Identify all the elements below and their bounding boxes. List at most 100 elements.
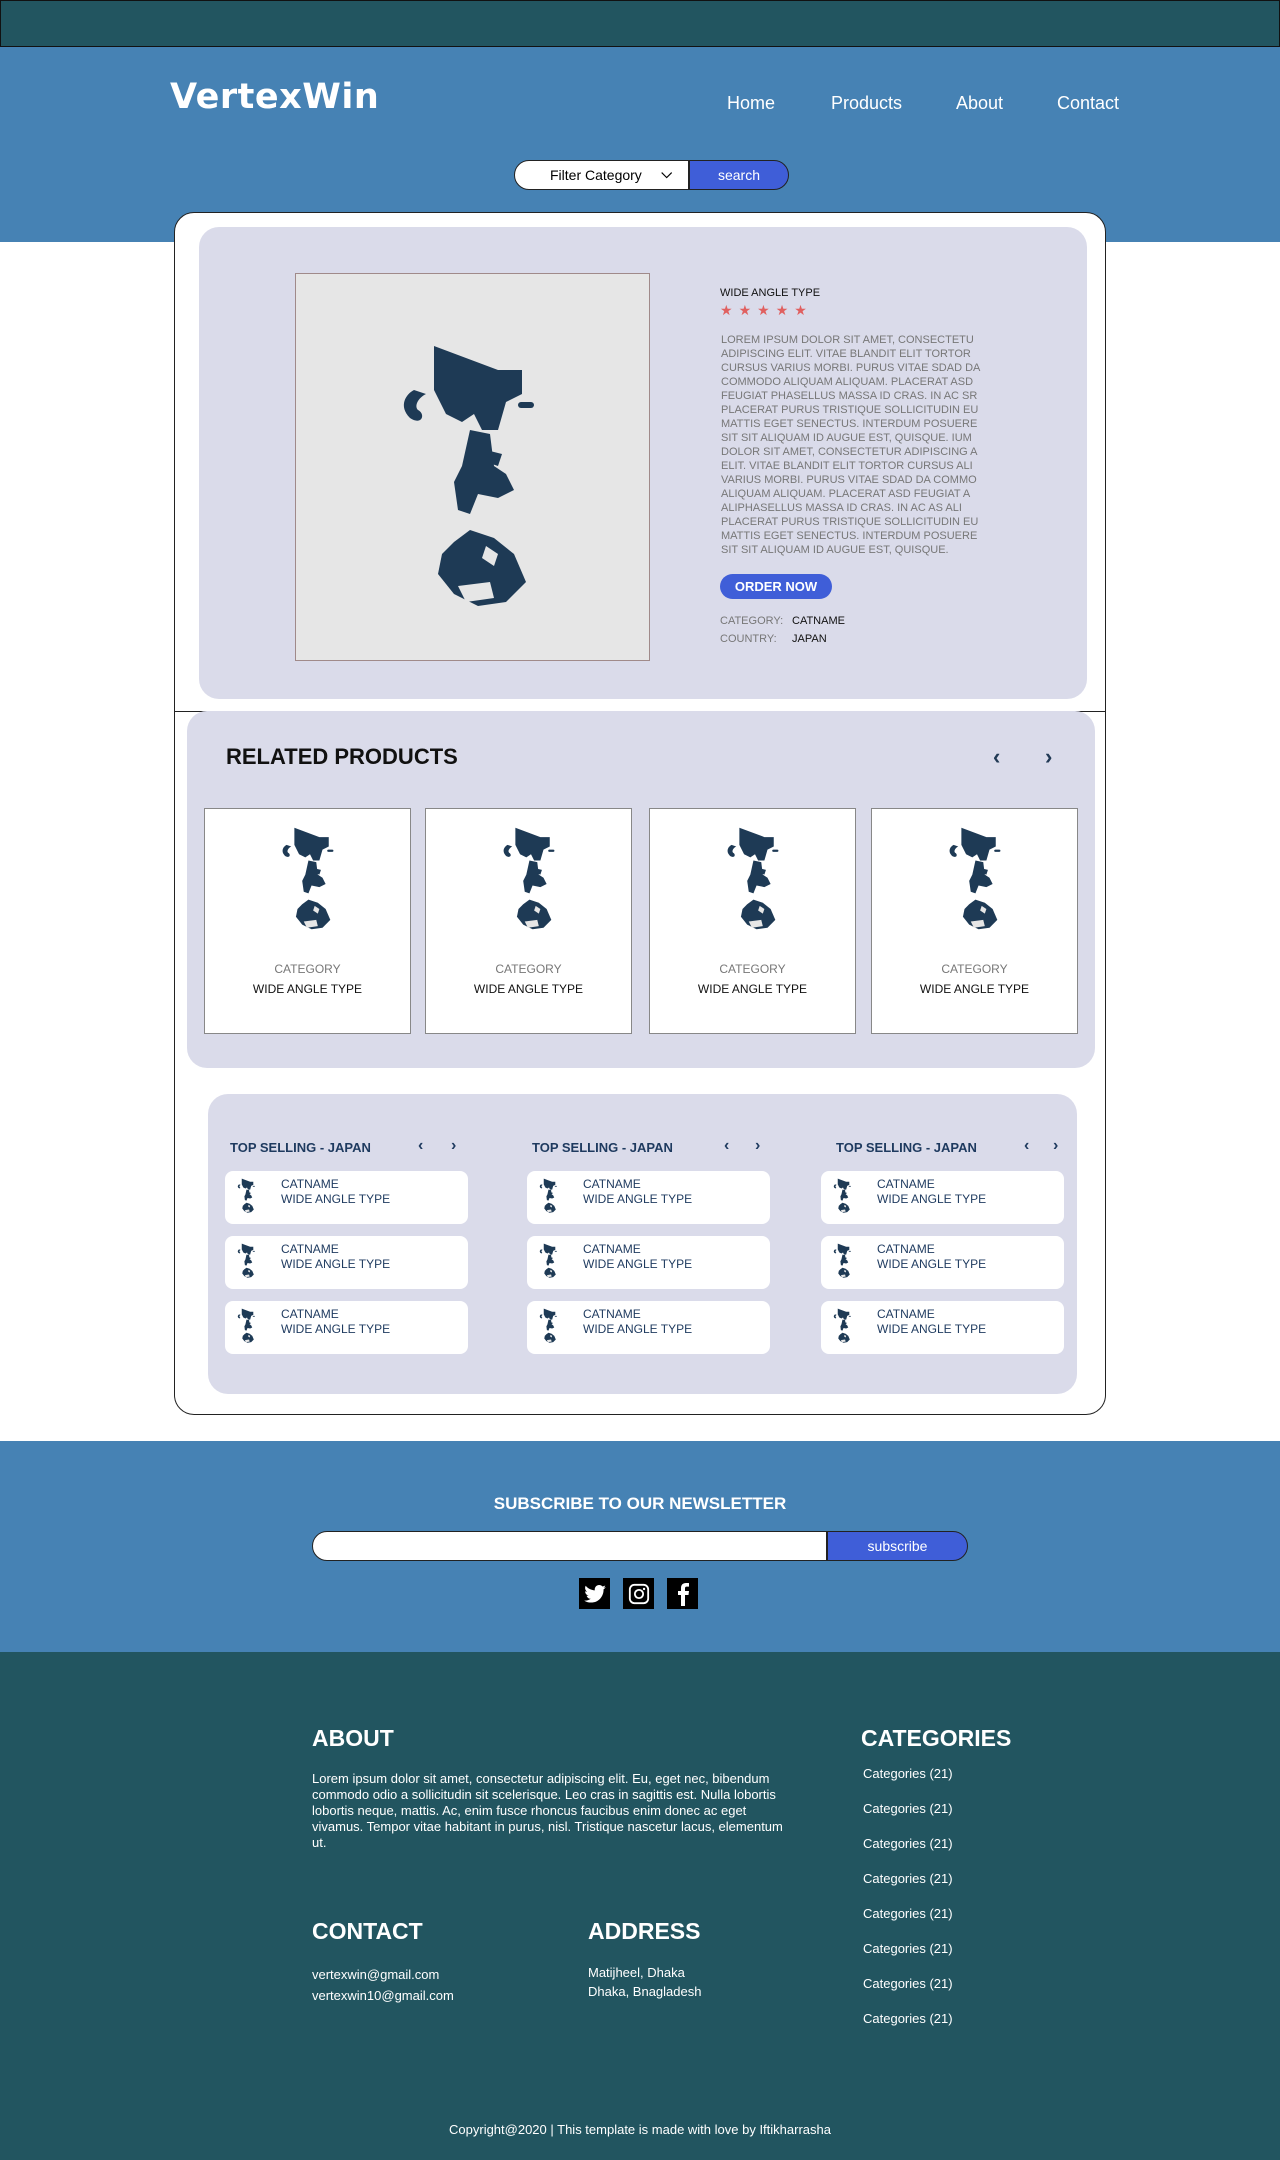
nav-about[interactable]: About xyxy=(956,93,1003,114)
related-product-name: WIDE ANGLE TYPE xyxy=(252,982,363,996)
related-product-category: CATEGORY xyxy=(495,962,562,976)
footer-category-link[interactable]: Categories (21) xyxy=(863,1836,953,1851)
top-selling-item[interactable]: CATNAME WIDE ANGLE TYPE xyxy=(527,1171,770,1224)
country-key: COUNTRY: xyxy=(720,633,777,645)
item-name: WIDE ANGLE TYPE xyxy=(583,1192,693,1206)
item-category: CATNAME xyxy=(583,1242,641,1256)
top-selling-item[interactable]: CATNAME WIDE ANGLE TYPE xyxy=(225,1236,468,1289)
chevron-right-icon[interactable]: › xyxy=(451,1137,456,1155)
facebook-icon[interactable] xyxy=(667,1578,698,1609)
star-icon: ★ xyxy=(720,302,733,318)
product-thumbnail xyxy=(270,823,350,948)
product-thumbnail xyxy=(829,1177,857,1219)
chevron-left-icon[interactable]: ‹ xyxy=(1024,1137,1029,1155)
footer-category-link[interactable]: Categories (21) xyxy=(863,1976,953,1991)
about-title: ABOUT xyxy=(312,1725,394,1751)
top-bar xyxy=(0,0,1280,47)
related-product-category: CATEGORY xyxy=(719,962,786,976)
product-thumbnail xyxy=(491,823,571,948)
address-line: Dhaka, Bnagladesh xyxy=(588,1984,702,1999)
chevron-right-icon[interactable]: › xyxy=(1045,744,1052,770)
product-title: WIDE ANGLE TYPE xyxy=(720,287,821,299)
country-value: JAPAN xyxy=(792,633,827,645)
star-icon: ★ xyxy=(738,302,752,318)
product-thumbnail xyxy=(535,1177,563,1219)
star-icon: ★ xyxy=(775,302,789,318)
product-country-row: COUNTRY: JAPAN xyxy=(720,633,827,645)
chevron-left-icon[interactable]: ‹ xyxy=(724,1137,729,1155)
product-thumbnail xyxy=(233,1242,261,1284)
footer xyxy=(0,1652,1280,2160)
related-product-card[interactable]: CATEGORY WIDE ANGLE TYPE xyxy=(871,808,1078,1034)
item-name: WIDE ANGLE TYPE xyxy=(281,1192,391,1206)
address-line: Matijheel, Dhaka xyxy=(588,1965,685,1980)
related-product-card[interactable]: CATEGORY WIDE ANGLE TYPE xyxy=(425,808,632,1034)
item-category: CATNAME xyxy=(583,1307,641,1321)
newsletter-email-input[interactable] xyxy=(312,1531,827,1561)
product-thumbnail xyxy=(535,1242,563,1284)
top-selling-item[interactable]: CATNAME WIDE ANGLE TYPE xyxy=(225,1171,468,1224)
footer-category-link[interactable]: Categories (21) xyxy=(863,2011,953,2026)
related-product-category: CATEGORY xyxy=(941,962,1008,976)
filter-category-label: Filter Category xyxy=(550,167,642,183)
product-thumbnail xyxy=(937,823,1017,948)
related-products-title: RELATED PRODUCTS xyxy=(226,744,458,769)
top-selling-item[interactable]: CATNAME WIDE ANGLE TYPE xyxy=(225,1301,468,1354)
related-product-name: WIDE ANGLE TYPE xyxy=(919,982,1030,996)
related-product-card[interactable]: CATEGORY WIDE ANGLE TYPE xyxy=(649,808,856,1034)
product-thumbnail xyxy=(233,1307,261,1349)
item-category: CATNAME xyxy=(877,1307,935,1321)
address-title: ADDRESS xyxy=(588,1918,701,1944)
chevron-right-icon[interactable]: › xyxy=(1053,1137,1058,1155)
item-name: WIDE ANGLE TYPE xyxy=(583,1322,693,1336)
related-product-name: WIDE ANGLE TYPE xyxy=(473,982,584,996)
chevron-right-icon[interactable]: › xyxy=(755,1137,760,1155)
item-category: CATNAME xyxy=(583,1177,641,1191)
item-name: WIDE ANGLE TYPE xyxy=(877,1322,987,1336)
subscribe-button[interactable]: subscribe xyxy=(827,1531,968,1561)
footer-category-link[interactable]: Categories (21) xyxy=(863,1906,953,1921)
star-icon: ★ xyxy=(794,302,807,318)
order-now-button[interactable]: ORDER NOW xyxy=(720,574,832,599)
item-category: CATNAME xyxy=(877,1177,935,1191)
top-selling-item[interactable]: CATNAME WIDE ANGLE TYPE xyxy=(527,1236,770,1289)
brand-logo[interactable]: VertexWin xyxy=(170,77,379,117)
category-key: CATEGORY: xyxy=(720,615,784,627)
nav-products[interactable]: Products xyxy=(831,93,902,114)
filter-category-select[interactable]: Filter Category ⌵ xyxy=(514,160,689,190)
nav-home[interactable]: Home xyxy=(727,93,775,114)
contact-email[interactable]: vertexwin@gmail.com xyxy=(312,1967,439,1983)
item-category: CATNAME xyxy=(281,1307,339,1321)
related-product-card[interactable]: CATEGORY WIDE ANGLE TYPE xyxy=(204,808,411,1034)
top-selling-item[interactable]: CATNAME WIDE ANGLE TYPE xyxy=(527,1301,770,1354)
footer-category-link[interactable]: Categories (21) xyxy=(863,1801,953,1816)
product-thumbnail xyxy=(829,1307,857,1349)
top-selling-item[interactable]: CATNAME WIDE ANGLE TYPE xyxy=(821,1236,1064,1289)
top-selling-title: TOP SELLING - JAPAN xyxy=(836,1140,977,1155)
chevron-left-icon[interactable]: ‹ xyxy=(993,744,1000,770)
nav-contact[interactable]: Contact xyxy=(1057,93,1119,114)
product-category-row: CATEGORY: CATNAME xyxy=(720,615,845,627)
product-image xyxy=(295,273,650,661)
chevron-down-icon: ⌵ xyxy=(661,165,672,181)
search-button[interactable]: search xyxy=(689,160,789,190)
footer-category-link[interactable]: Categories (21) xyxy=(863,1941,953,1956)
item-category: CATNAME xyxy=(281,1242,339,1256)
twitter-icon[interactable] xyxy=(579,1578,610,1609)
top-selling-item[interactable]: CATNAME WIDE ANGLE TYPE xyxy=(821,1301,1064,1354)
top-selling-item[interactable]: CATNAME WIDE ANGLE TYPE xyxy=(821,1171,1064,1224)
related-product-category: CATEGORY xyxy=(274,962,341,976)
item-category: CATNAME xyxy=(281,1177,339,1191)
top-selling-title: TOP SELLING - JAPAN xyxy=(532,1140,673,1155)
contact-email[interactable]: vertexwin10@gmail.com xyxy=(312,1988,454,2004)
newsletter-title: SUBSCRIBE TO OUR NEWSLETTER xyxy=(493,1494,787,1513)
top-selling-title: TOP SELLING - JAPAN xyxy=(230,1140,371,1155)
item-name: WIDE ANGLE TYPE xyxy=(877,1257,987,1271)
chevron-left-icon[interactable]: ‹ xyxy=(418,1137,423,1155)
instagram-icon[interactable] xyxy=(623,1578,654,1609)
about-text: Lorem ipsum dolor sit amet, consectetur … xyxy=(312,1771,783,1850)
footer-category-link[interactable]: Categories (21) xyxy=(863,1766,953,1781)
product-description: LOREM IPSUM DOLOR SIT AMET, CONSECTETU A… xyxy=(721,334,980,556)
item-name: WIDE ANGLE TYPE xyxy=(583,1257,693,1271)
footer-category-link[interactable]: Categories (21) xyxy=(863,1871,953,1886)
